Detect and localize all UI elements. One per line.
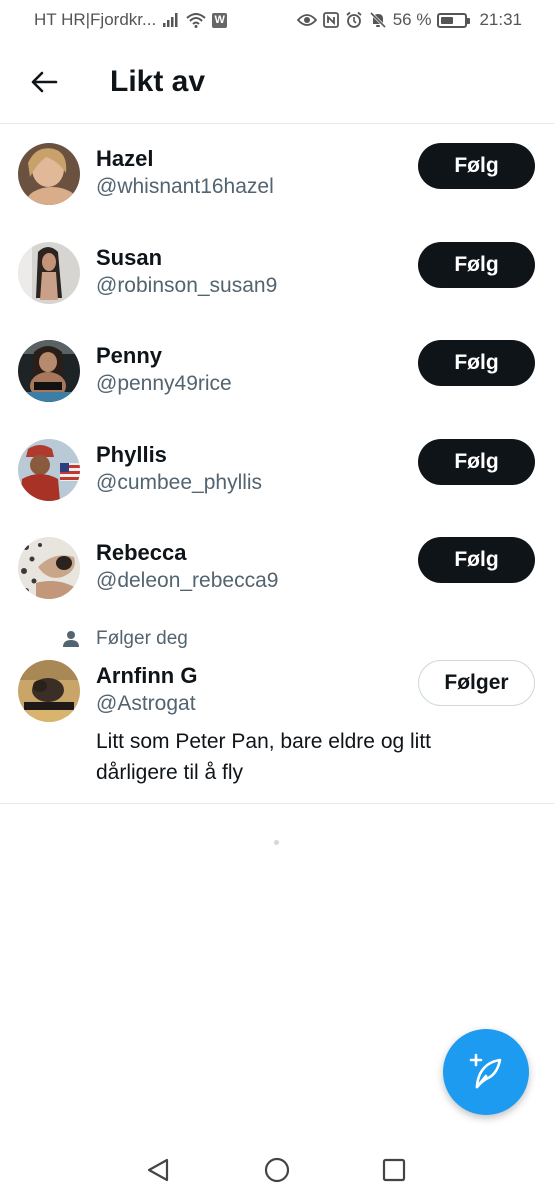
compose-tweet-button[interactable] [443,1029,529,1115]
user-name: Penny [96,343,163,368]
page-title: Likt av [110,64,206,98]
avatar[interactable] [18,537,80,599]
follows-you-label: Følger deg [96,627,188,649]
user-handle: @cumbee_phyllis [96,470,263,494]
follow-button[interactable]: Følg [418,340,535,386]
avatar[interactable] [18,659,80,722]
user-name: Arnfinn G [96,662,198,688]
status-bar: HT HR|Fjordkr... W 56 % 21:31 [0,0,554,40]
system-navigation-bar [0,1140,554,1200]
eye-icon [296,13,317,27]
user-name: Rebecca [96,540,187,565]
user-handle: @Astrogat [96,691,196,715]
user-row-susan[interactable]: Susan @robinson_susan9 Følg [0,224,554,323]
wifi-icon [186,12,206,28]
feather-plus-icon [469,1053,502,1089]
circle-home-icon [264,1157,290,1183]
following-button[interactable]: Følger [418,659,535,706]
carrier-label: HT HR|Fjordkr... [34,10,157,29]
nfc-icon [322,12,339,28]
user-name: Phyllis [96,441,167,467]
user-name: Hazel [96,146,154,171]
avatar[interactable] [18,438,80,501]
battery-icon [437,12,471,28]
app-notification-icon: W [212,12,228,28]
user-handle: @deleon_rebecca9 [96,569,279,592]
user-row-hazel[interactable]: Hazel @whisnant16hazel Følg [0,125,554,224]
triangle-back-icon [147,1158,169,1182]
avatar[interactable] [18,241,80,304]
user-row-phyllis[interactable]: Phyllis @cumbee_phyllis Følg [0,421,554,520]
avatar[interactable] [18,143,80,205]
back-button[interactable] [14,52,74,112]
battery-percent: 56 % [392,10,432,29]
nav-back-button[interactable] [133,1145,183,1195]
nav-recents-button[interactable] [369,1145,419,1195]
follows-you-context: Følger deg [62,628,188,650]
header: Likt av [0,40,554,124]
battery-level [441,16,454,24]
user-handle: @robinson_susan9 [96,273,278,297]
user-bio: Litt som Peter Pan, bare eldre og litt d… [96,729,432,784]
follow-button[interactable]: Følg [418,438,535,485]
mute-bell-icon [369,11,387,29]
user-handle: @penny49rice [96,372,232,395]
follow-button[interactable]: Følg [418,241,535,288]
follow-button[interactable]: Følg [418,143,535,189]
avatar[interactable] [18,340,80,402]
clock: 21:31 [479,10,522,29]
alarm-icon [345,11,363,29]
square-recents-icon [382,1158,406,1182]
user-row-arnfinn[interactable]: Følger deg Arnfinn G @Astrogat Følger Li… [0,618,554,804]
nav-home-button[interactable] [252,1145,302,1195]
person-icon [63,630,79,647]
signal-icon [162,12,180,28]
user-name: Susan [96,244,163,270]
liked-by-list: Hazel @whisnant16hazel Følg Susan @robin… [0,125,554,804]
loading-indicator [274,840,279,845]
user-row-rebecca[interactable]: Rebecca @deleon_rebecca9 Følg [0,519,554,618]
arrow-left-icon [31,71,58,92]
user-row-penny[interactable]: Penny @penny49rice Følg [0,322,554,421]
user-handle: @whisnant16hazel [96,175,274,198]
follow-button[interactable]: Følg [418,537,535,583]
